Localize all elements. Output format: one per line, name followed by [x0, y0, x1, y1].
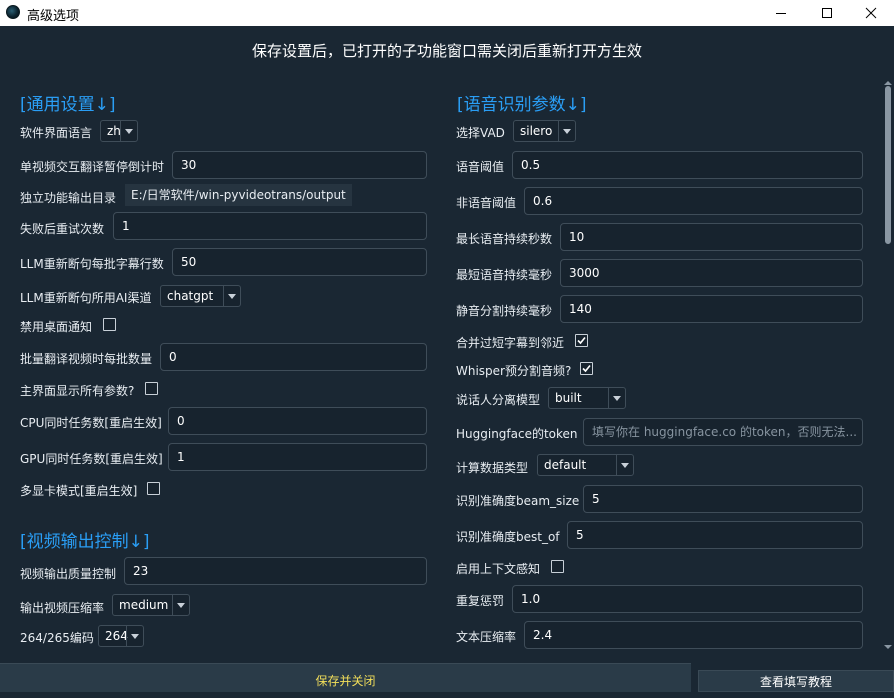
chevron-down-icon [172, 595, 189, 615]
diarization-value: built [555, 391, 582, 405]
view-tutorial-button[interactable]: 查看填写教程 [698, 670, 894, 692]
multi-gpu-label: 多显卡模式[重启生效] [20, 484, 138, 498]
hf-token-input[interactable]: 填写你在 huggingface.co 的token，否则无法... [583, 418, 863, 446]
chevron-down-icon [223, 286, 240, 306]
min-silence-label: 静音分割持续毫秒 [456, 304, 553, 318]
show-all-label: 主界面显示所有参数? [20, 384, 135, 398]
best-of-label: 识别准确度best_of [456, 530, 560, 544]
merge-short-checkbox[interactable] [575, 334, 588, 347]
scroll-down-arrow-icon[interactable] [882, 644, 894, 650]
beam-size-label: 识别准确度beam_size [456, 494, 580, 508]
countdown-input[interactable]: 30 [172, 151, 427, 179]
section-title-speech[interactable]: [语音识别参数↓] [457, 90, 587, 115]
restart-notice: 保存设置后，已打开的子功能窗口需关闭后重新打开方生效 [251, 42, 642, 60]
video-preset-value: medium [119, 598, 169, 612]
disable-notify-checkbox[interactable] [103, 318, 116, 331]
video-codec-select[interactable]: 264 [98, 625, 144, 647]
minimize-button[interactable] [758, 0, 804, 26]
video-quality-label: 视频输出质量控制 [20, 567, 117, 581]
video-preset-select[interactable]: medium [112, 594, 190, 616]
whisper-presplit-checkbox[interactable] [580, 362, 593, 375]
title-bar: 高级选项 [0, 0, 894, 26]
show-all-checkbox[interactable] [145, 382, 158, 395]
compression-ratio-input[interactable]: 2.4 [524, 621, 863, 649]
ui-language-select[interactable]: zh [100, 120, 138, 142]
llm-batch-label: LLM重新断句每批字幕行数 [20, 257, 164, 271]
hf-token-label: Huggingface的token [456, 427, 578, 441]
vad-label: 选择VAD [456, 126, 505, 140]
context-aware-label: 启用上下文感知 [456, 562, 541, 576]
retry-input[interactable]: 1 [113, 212, 427, 240]
min-silence-input[interactable]: 140 [560, 295, 863, 323]
chevron-down-icon [558, 121, 575, 141]
video-quality-input[interactable]: 23 [124, 557, 427, 585]
compute-type-select[interactable]: default [537, 454, 634, 476]
repeat-penalty-label: 重复惩罚 [456, 594, 505, 608]
best-of-input[interactable]: 5 [567, 521, 863, 549]
gpu-tasks-label: GPU同时任务数[重启生效] [20, 452, 163, 466]
min-speech-input[interactable]: 3000 [560, 259, 863, 287]
llm-channel-select[interactable]: chatgpt [160, 285, 241, 307]
checkmark-icon [577, 336, 586, 345]
llm-batch-input[interactable]: 50 [172, 248, 427, 276]
diarization-label: 说话人分离模型 [456, 393, 541, 407]
compression-ratio-label: 文本压缩率 [456, 630, 517, 644]
context-aware-checkbox[interactable] [551, 560, 564, 573]
multi-gpu-checkbox[interactable] [147, 482, 160, 495]
batch-count-input[interactable]: 0 [160, 343, 427, 371]
video-preset-label: 输出视频压缩率 [20, 601, 105, 615]
chevron-down-icon [126, 626, 143, 646]
scrollbar-thumb[interactable] [885, 86, 891, 244]
save-and-close-button[interactable]: 保存并关闭 [0, 663, 691, 692]
maximize-icon [822, 8, 832, 18]
repeat-penalty-input[interactable]: 1.0 [512, 585, 863, 613]
cpu-tasks-input[interactable]: 0 [168, 407, 427, 435]
threshold-label: 语音阈值 [456, 160, 505, 174]
llm-channel-value: chatgpt [167, 289, 214, 303]
close-icon [865, 7, 877, 19]
checkmark-icon [582, 364, 591, 373]
batch-count-label: 批量翻译视频时每批数量 [20, 352, 153, 366]
diarization-select[interactable]: built [548, 387, 626, 409]
section-title-video[interactable]: [视频输出控制↓] [20, 527, 150, 552]
chevron-down-icon [608, 388, 625, 408]
close-button[interactable] [848, 0, 894, 26]
section-title-general[interactable]: [通用设置↓] [20, 90, 116, 115]
neg-threshold-label: 非语音阈值 [456, 196, 517, 210]
vertical-scrollbar[interactable] [882, 81, 894, 656]
max-speech-input[interactable]: 10 [560, 223, 863, 251]
window-title: 高级选项 [27, 9, 80, 24]
max-speech-label: 最长语音持续秒数 [456, 232, 553, 246]
disable-notify-label: 禁用桌面通知 [20, 320, 93, 334]
min-speech-label: 最短语音持续毫秒 [456, 268, 553, 282]
vad-value: silero [520, 124, 553, 138]
llm-channel-label: LLM重新断句所用AI渠道 [20, 291, 152, 305]
app-logo-icon [6, 5, 20, 19]
compute-type-label: 计算数据类型 [456, 461, 529, 475]
ui-language-label: 软件界面语言 [20, 126, 93, 140]
chevron-down-icon [120, 121, 137, 141]
output-dir-label: 独立功能输出目录 [20, 191, 117, 205]
cpu-tasks-label: CPU同时任务数[重启生效] [20, 416, 162, 430]
compute-type-value: default [544, 458, 587, 472]
video-codec-label: 264/265编码 [20, 631, 94, 645]
vad-select[interactable]: silero [513, 120, 576, 142]
chevron-down-icon [616, 455, 633, 475]
video-codec-value: 264 [105, 629, 128, 643]
output-dir-path[interactable]: E:/日常软件/win-pyvideotrans/output [125, 184, 352, 206]
beam-size-input[interactable]: 5 [583, 485, 863, 513]
minimize-icon [776, 13, 786, 14]
whisper-presplit-label: Whisper预分割音频? [456, 364, 572, 378]
threshold-input[interactable]: 0.5 [512, 151, 863, 179]
neg-threshold-input[interactable]: 0.6 [524, 187, 863, 215]
countdown-label: 单视频交互翻译暂停倒计时 [20, 160, 165, 174]
retry-label: 失败后重试次数 [20, 222, 105, 236]
merge-short-label: 合并过短字幕到邻近 [456, 336, 565, 350]
maximize-button[interactable] [804, 0, 850, 26]
gpu-tasks-input[interactable]: 1 [168, 443, 427, 471]
ui-language-value: zh [107, 124, 121, 138]
